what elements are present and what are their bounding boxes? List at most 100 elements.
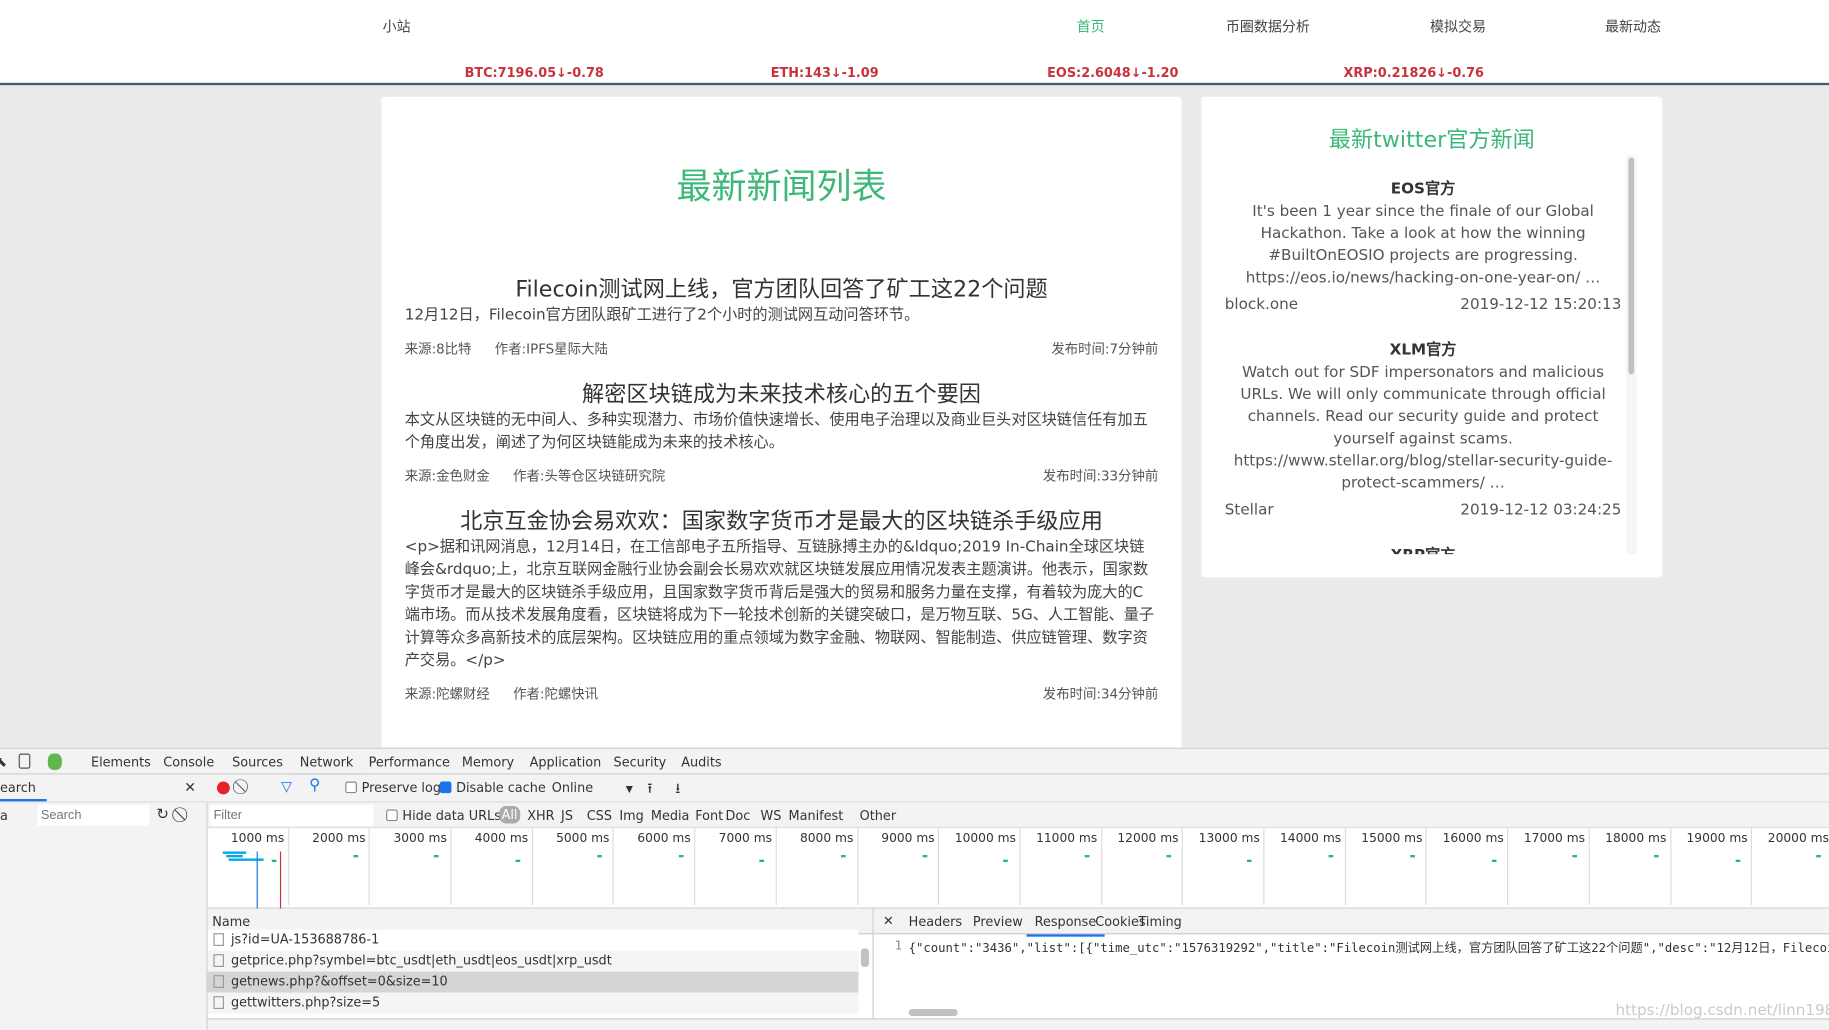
- news-meta: 来源:8比特 作者:IPFS星际大陆 发布时间:7分钟前: [405, 339, 1159, 358]
- timeline-tick: 7000 ms: [695, 828, 777, 906]
- hide-data-urls-label: Hide data URLs: [402, 808, 501, 824]
- nav-latest[interactable]: 最新动态: [1605, 16, 1661, 36]
- detail-tab-headers[interactable]: Headers: [909, 914, 962, 929]
- nav-home[interactable]: 首页: [1077, 16, 1105, 36]
- search-tab-underline: [0, 799, 47, 802]
- timeline-request-mark: [759, 859, 765, 863]
- search-input[interactable]: [37, 804, 150, 826]
- filter-input[interactable]: [209, 804, 374, 826]
- record-icon[interactable]: [216, 781, 230, 795]
- timeline-tick: 1000 ms: [208, 828, 289, 906]
- nav-simulated-trading[interactable]: 模拟交易: [1430, 16, 1486, 36]
- tweet-item[interactable]: XLM官方 Watch out for SDF impersonators an…: [1225, 339, 1622, 521]
- type-filter-xhr[interactable]: XHR: [527, 808, 554, 823]
- news-title[interactable]: 解密区块链成为未来技术核心的五个要因: [405, 379, 1159, 409]
- news-item[interactable]: 解密区块链成为未来技术核心的五个要因 本文从区块链的无中间人、多种实现潜力、市场…: [405, 379, 1159, 485]
- request-name: getprice.php?symbel=btc_usdt|eth_usdt|eo…: [230, 952, 612, 969]
- filter-icon[interactable]: ▽: [281, 778, 292, 794]
- devtools-tab-elements[interactable]: Elements: [91, 755, 151, 770]
- news-time: 发布时间:33分钟前: [1042, 467, 1159, 484]
- news-list-card: 最新新闻列表 Filecoin测试网上线，官方团队回答了矿工这22个问题 12月…: [381, 96, 1182, 762]
- timeline-tick: 9000 ms: [858, 828, 940, 906]
- twitter-news-card: 最新twitter官方新闻 EOS官方 It's been 1 year sin…: [1201, 96, 1663, 578]
- search-icon[interactable]: ⚲: [309, 777, 320, 794]
- site-logo[interactable]: 小站: [383, 16, 411, 36]
- type-filter-other[interactable]: Other: [860, 808, 896, 823]
- response-hscrollbar[interactable]: [908, 1008, 958, 1016]
- timeline-tick: 18000 ms: [1590, 828, 1672, 906]
- detail-tab-timing[interactable]: Timing: [1138, 914, 1181, 929]
- import-har-icon[interactable]: ⭱: [647, 778, 652, 802]
- timeline-tick: 11000 ms: [1021, 828, 1102, 906]
- devtools-tab-security[interactable]: Security: [614, 755, 667, 770]
- network-toolbar: earch ✕ ⃠ ▽ ⚲ Preserve log Disable cache…: [0, 774, 1829, 803]
- timeline-request-mark: [434, 855, 440, 858]
- timeline-tick: 15000 ms: [1346, 828, 1428, 906]
- tweet-item[interactable]: XRP官方 Interested in learning more about …: [1225, 545, 1622, 554]
- file-icon: [213, 975, 224, 988]
- news-title[interactable]: 北京互金协会易欢欢：国家数字货币才是最大的区块链杀手级应用: [405, 506, 1159, 536]
- timeline-tick: 6000 ms: [614, 828, 696, 906]
- tweet-source-name: XRP官方: [1225, 545, 1622, 554]
- type-filter-media[interactable]: Media: [651, 808, 690, 823]
- type-filter-img[interactable]: Img: [619, 808, 643, 823]
- timeline-request-bar: [226, 855, 243, 858]
- refresh-icon[interactable]: ↻: [156, 806, 169, 823]
- disable-cache-checkbox[interactable]: Disable cache: [439, 780, 546, 796]
- match-case-toggle[interactable]: a: [0, 808, 8, 823]
- news-item[interactable]: Filecoin测试网上线，官方团队回答了矿工这22个问题 12月12日，Fil…: [405, 274, 1159, 357]
- watermark: https://blog.csdn.net/linn1987: [1615, 1001, 1829, 1020]
- detail-tab-preview[interactable]: Preview: [973, 914, 1023, 929]
- nav-analysis[interactable]: 币圈数据分析: [1226, 16, 1310, 36]
- news-title[interactable]: Filecoin测试网上线，官方团队回答了矿工这22个问题: [405, 274, 1159, 304]
- timeline-request-mark: [1735, 859, 1740, 863]
- request-row[interactable]: getnews.php?&offset=0&size=10: [207, 971, 859, 993]
- type-filter-css[interactable]: CSS: [587, 808, 612, 823]
- devtools-tab-audits[interactable]: Audits: [681, 755, 721, 770]
- network-timeline[interactable]: 1000 ms 2000 ms 3000 ms 4000 ms 5000 ms 6000 …: [207, 828, 1829, 909]
- devtools-tab-sources[interactable]: Sources: [232, 755, 283, 770]
- news-item[interactable]: 北京互金协会易欢欢：国家数字货币才是最大的区块链杀手级应用 <p>据和讯网消息，…: [405, 506, 1159, 703]
- request-row[interactable]: gettwitters.php?size=5: [207, 992, 859, 1014]
- line-number: 1: [894, 938, 903, 953]
- detail-tab-response[interactable]: Response: [1026, 914, 1105, 937]
- request-row[interactable]: getprice.php?symbel=btc_usdt|eth_usdt|eo…: [207, 950, 859, 972]
- requests-scrollbar[interactable]: [860, 948, 870, 967]
- close-detail-icon[interactable]: ✕: [883, 913, 894, 928]
- inspect-icon[interactable]: ⬉: [0, 754, 7, 770]
- device-toggle-icon[interactable]: [18, 753, 31, 769]
- devtools-tab-application[interactable]: Application: [530, 755, 602, 770]
- type-filter-all[interactable]: All: [499, 806, 520, 824]
- twitter-title: 最新twitter官方新闻: [1328, 127, 1535, 153]
- timeline-request-mark: [353, 855, 358, 858]
- tweet-item[interactable]: EOS官方 It's been 1 year since the finale …: [1225, 178, 1622, 316]
- request-name: getnews.php?&offset=0&size=10: [230, 973, 448, 990]
- news-desc: 12月12日，Filecoin官方团队跟矿工进行了2个小时的测试网互动问答环节。: [404, 306, 920, 325]
- type-filter-ws[interactable]: WS: [761, 808, 782, 823]
- news-desc: <p>据和讯网消息，12月14日，在工信部电子五所指导、互链脉搏主办的&ldqu…: [404, 538, 1155, 670]
- devtools-tab-performance[interactable]: Performance: [369, 755, 450, 770]
- request-row[interactable]: js?id=UA-153688786-1: [207, 929, 859, 951]
- devtools-tab-memory[interactable]: Memory: [462, 755, 514, 770]
- vue-devtools-icon[interactable]: [47, 753, 62, 770]
- close-search-icon[interactable]: ✕: [184, 779, 196, 795]
- preserve-log-checkbox[interactable]: Preserve log: [345, 780, 441, 796]
- throttle-value: Online: [551, 780, 594, 796]
- export-har-icon[interactable]: ⭳: [675, 778, 680, 802]
- type-filter-doc[interactable]: Doc: [726, 808, 751, 823]
- news-time: 发布时间:34分钟前: [1042, 685, 1159, 702]
- devtools-tab-console[interactable]: Console: [163, 755, 214, 770]
- timeline-tick: 10000 ms: [939, 828, 1021, 906]
- scrollbar-thumb[interactable]: [1628, 157, 1635, 375]
- type-filter-manifest[interactable]: Manifest: [789, 808, 844, 823]
- type-filter-font[interactable]: Font: [695, 808, 723, 823]
- throttle-select[interactable]: Online ▼: [552, 780, 633, 795]
- twitter-scrollbar[interactable]: [1626, 155, 1637, 555]
- status-bar: [207, 1018, 1829, 1030]
- timeline-request-mark: [1247, 859, 1253, 863]
- hide-data-urls-checkbox[interactable]: Hide data URLs: [386, 808, 501, 824]
- timeline-request-mark: [515, 859, 521, 863]
- type-filter-js[interactable]: JS: [561, 808, 573, 823]
- tweet-text: It's been 1 year since the finale of our…: [1245, 202, 1601, 287]
- twitter-list[interactable]: EOS官方 It's been 1 year since the finale …: [1225, 155, 1622, 554]
